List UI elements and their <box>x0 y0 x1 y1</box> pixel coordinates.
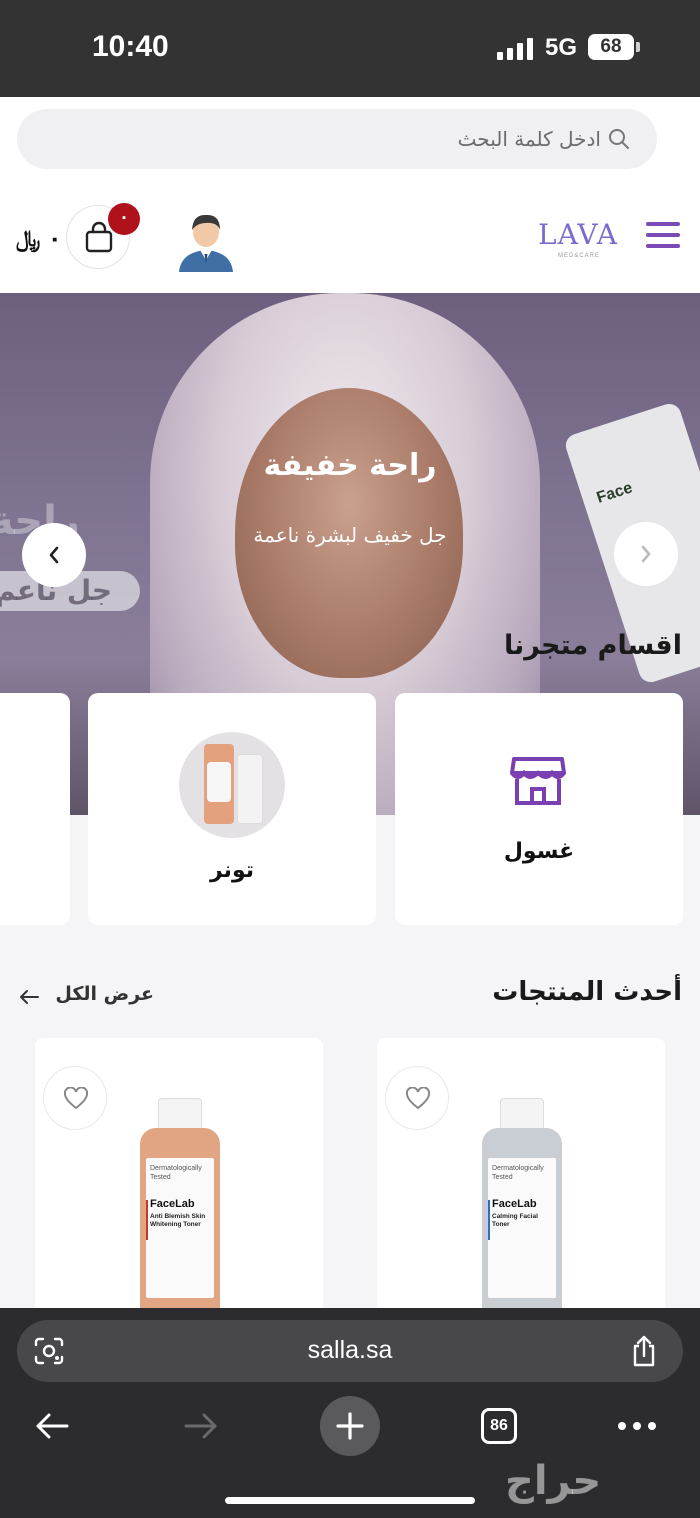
search-bar <box>0 97 700 185</box>
bottle-cap <box>500 1098 544 1132</box>
bottle-cap <box>158 1098 202 1132</box>
category-card-wash[interactable]: غسول <box>395 693 683 925</box>
search-box[interactable] <box>17 109 657 169</box>
watermark: حراج <box>505 1458 602 1504</box>
mini-bottle-label <box>207 762 231 802</box>
product-image: Dermatologically Tested FaceLab Anti Ble… <box>140 1098 220 1318</box>
view-all-link[interactable]: عرض الكل <box>16 983 166 1013</box>
logo-text: LAVA <box>538 218 618 251</box>
categories-title: اقسام متجرنا <box>503 630 682 661</box>
site-header: ٠ ﷼ ٠ LAVA MED&CARE <box>0 185 700 293</box>
network-label: 5G <box>545 34 578 61</box>
heart-icon <box>405 1087 431 1110</box>
carousel-next-button[interactable] <box>614 522 678 586</box>
battery-nub <box>636 42 640 52</box>
category-label: غسول <box>503 839 575 864</box>
cart-total: ٠ ﷼ <box>16 227 62 252</box>
product-tested: Dermatologically Tested <box>492 1165 544 1181</box>
bottle-label: Dermatologically Tested FaceLab Calming … <box>488 1158 556 1298</box>
bottle-label: Dermatologically Tested FaceLab Anti Ble… <box>146 1158 214 1298</box>
category-card-toner[interactable]: تونر <box>88 693 376 925</box>
forward-arrow-icon[interactable] <box>182 1411 220 1441</box>
tab-switcher-button[interactable]: 86 <box>481 1408 517 1444</box>
search-icon <box>609 129 629 149</box>
address-bar[interactable]: salla.sa <box>17 1320 683 1382</box>
toner-image <box>179 732 285 838</box>
battery-icon: 68 <box>588 34 634 60</box>
plus-icon <box>336 1412 364 1440</box>
product-name: Calming Facial Toner <box>492 1213 538 1228</box>
store-logo[interactable]: LAVA MED&CARE <box>538 218 624 260</box>
product-card[interactable]: Dermatologically Tested FaceLab Calming … <box>377 1038 665 1318</box>
product-name: Anti Blemish Skin Whitening Toner <box>150 1213 206 1228</box>
status-time: 10:40 <box>92 30 169 63</box>
product-image: Dermatologically Tested FaceLab Calming … <box>482 1098 562 1318</box>
home-indicator <box>225 1497 475 1504</box>
product-brand: FaceLab <box>492 1198 537 1210</box>
store-icon <box>510 757 566 805</box>
user-avatar-icon[interactable] <box>175 208 237 272</box>
bottle-label-stripe <box>488 1200 490 1240</box>
product-tested: Dermatologically Tested <box>150 1165 202 1181</box>
product-card[interactable]: Dermatologically Tested FaceLab Anti Ble… <box>35 1038 323 1318</box>
hero-subtitle: جل خفيف لبشرة ناعمة <box>253 523 447 547</box>
category-label: تونر <box>210 858 254 883</box>
back-arrow-icon[interactable] <box>33 1411 71 1441</box>
chevron-right-icon <box>641 545 651 563</box>
arrow-left-icon <box>20 990 39 1004</box>
mini-box <box>237 754 263 824</box>
browser-toolbar: salla.sa 86 حراج <box>0 1308 700 1518</box>
bottle-label-stripe <box>146 1200 148 1240</box>
search-input[interactable] <box>101 109 601 169</box>
signal-icon <box>497 38 533 60</box>
product-brand: FaceLab <box>150 1198 195 1210</box>
status-bar: 10:40 5G 68 <box>0 0 700 97</box>
hero-title: راحة خفيفة <box>263 448 437 483</box>
hero-bottle-label: Face <box>594 479 635 507</box>
share-icon[interactable] <box>629 1334 659 1368</box>
category-card-partial[interactable] <box>0 693 70 925</box>
chevron-left-icon <box>49 546 59 564</box>
cart-count-badge: ٠ <box>108 203 140 235</box>
wishlist-button[interactable] <box>43 1066 107 1130</box>
url-text: salla.sa <box>307 1336 393 1364</box>
carousel-prev-button[interactable] <box>22 523 86 587</box>
latest-products-title: أحدث المنتجات <box>492 977 682 1007</box>
menu-icon[interactable] <box>646 220 682 250</box>
wishlist-button[interactable] <box>385 1066 449 1130</box>
view-all-label: عرض الكل <box>55 983 154 1005</box>
logo-subtext: MED&CARE <box>558 253 601 259</box>
heart-icon <box>63 1087 89 1110</box>
more-menu-icon[interactable] <box>618 1422 658 1432</box>
new-tab-button[interactable] <box>320 1396 380 1456</box>
